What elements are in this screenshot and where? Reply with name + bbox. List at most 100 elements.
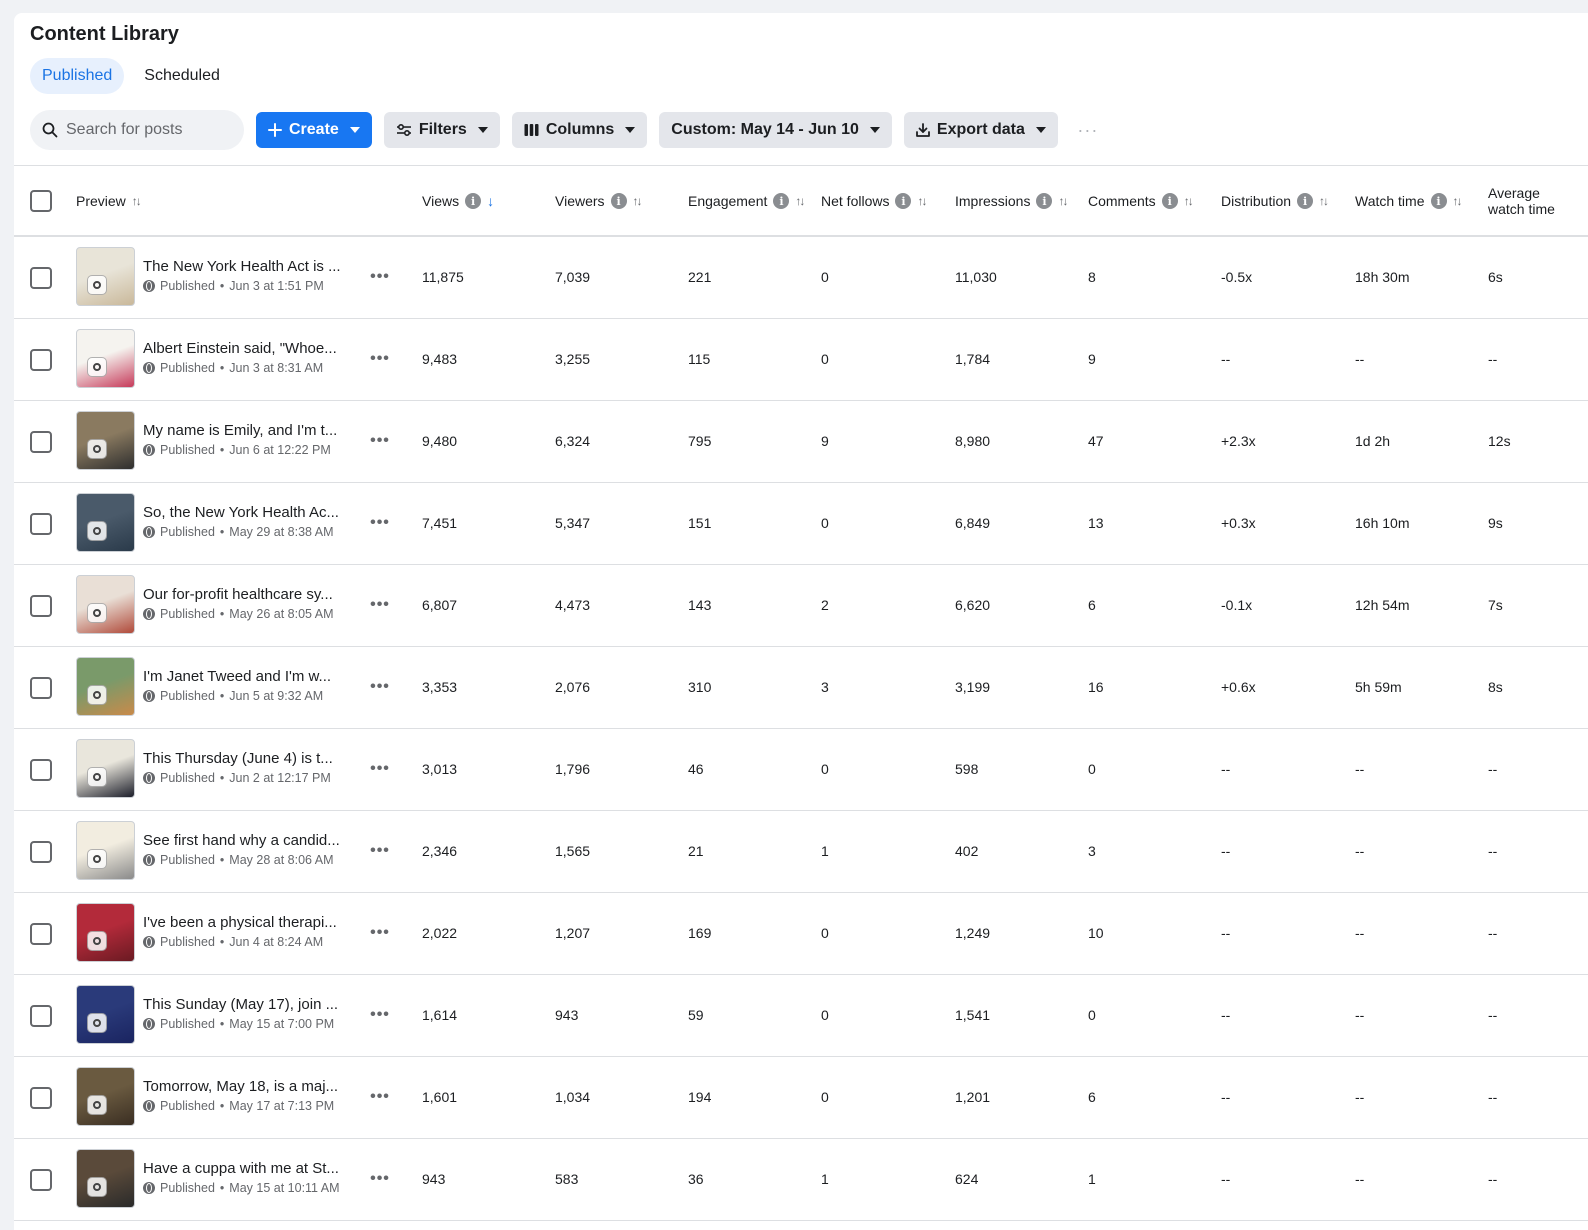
meta-separator: • xyxy=(219,935,225,949)
row-select-checkbox[interactable] xyxy=(30,595,52,617)
column-header-distribution[interactable]: Distribution i ↑↓ xyxy=(1221,166,1329,236)
search-input[interactable] xyxy=(66,121,226,139)
cell-impressions: 598 xyxy=(955,761,979,777)
row-select-checkbox[interactable] xyxy=(30,349,52,371)
info-icon[interactable]: i xyxy=(610,193,627,209)
post-title[interactable]: This Sunday (May 17), join ... xyxy=(143,996,353,1013)
table-row[interactable]: So, the New York Health Ac... Published • M… xyxy=(14,483,1588,565)
filters-button[interactable]: Filters xyxy=(383,112,500,148)
row-select-checkbox[interactable] xyxy=(30,513,52,535)
post-thumbnail[interactable] xyxy=(76,657,135,716)
post-title[interactable]: Our for-profit healthcare sy... xyxy=(143,586,353,603)
more-options-icon[interactable]: ··· xyxy=(1070,112,1106,148)
table-row[interactable]: Albert Einstein said, "Whoe... Published •… xyxy=(14,319,1588,401)
post-thumbnail[interactable] xyxy=(76,903,135,962)
post-title[interactable]: So, the New York Health Ac... xyxy=(143,504,353,521)
post-title[interactable]: My name is Emily, and I'm t... xyxy=(143,422,353,439)
column-header-viewers[interactable]: Viewers i ↑↓ xyxy=(555,166,643,236)
column-header-preview[interactable]: Preview ↑↓ xyxy=(76,166,142,236)
row-select-checkbox[interactable] xyxy=(30,759,52,781)
sort-icon[interactable]: ↑↓ xyxy=(1453,194,1463,208)
table-row[interactable]: I'm Janet Tweed and I'm w... Published • Ju… xyxy=(14,647,1588,729)
info-icon[interactable]: i xyxy=(1161,193,1178,209)
table-row[interactable]: See first hand why a candid... Published •… xyxy=(14,811,1588,893)
row-select-checkbox[interactable] xyxy=(30,1087,52,1109)
post-title[interactable]: See first hand why a candid... xyxy=(143,832,353,849)
row-more-options-icon[interactable]: ••• xyxy=(368,757,392,781)
table-row[interactable]: This Sunday (May 17), join ... Published •… xyxy=(14,975,1588,1057)
post-title[interactable]: The New York Health Act is ... xyxy=(143,258,353,275)
row-more-options-icon[interactable]: ••• xyxy=(368,593,392,617)
tab-scheduled[interactable]: Scheduled xyxy=(132,58,232,94)
post-thumbnail[interactable] xyxy=(76,411,135,470)
sort-icon[interactable]: ↑↓ xyxy=(132,194,142,208)
sort-icon[interactable]: ↑↓ xyxy=(633,194,643,208)
column-header-impressions[interactable]: Impressions i ↑↓ xyxy=(955,166,1068,236)
row-more-options-icon[interactable]: ••• xyxy=(368,1003,392,1027)
table-row[interactable]: This Thursday (June 4) is t... Published •… xyxy=(14,729,1588,811)
row-more-options-icon[interactable]: ••• xyxy=(368,675,392,699)
column-header-comments[interactable]: Comments i ↑↓ xyxy=(1088,166,1194,236)
row-more-options-icon[interactable]: ••• xyxy=(368,347,392,371)
post-thumbnail[interactable] xyxy=(76,1149,135,1208)
date-range-button[interactable]: Custom: May 14 - Jun 10 xyxy=(659,112,892,148)
row-select-checkbox[interactable] xyxy=(30,1005,52,1027)
info-icon[interactable]: i xyxy=(1297,193,1314,209)
table-row[interactable]: Have a cuppa with me at St... Published • M… xyxy=(14,1139,1588,1221)
column-header-average-watch-time[interactable]: Average watch time xyxy=(1488,166,1555,236)
post-thumbnail[interactable] xyxy=(76,329,135,388)
column-header-watch-time[interactable]: Watch time i ↑↓ xyxy=(1355,166,1463,236)
row-more-options-icon[interactable]: ••• xyxy=(368,511,392,535)
row-more-options-icon[interactable]: ••• xyxy=(368,839,392,863)
post-thumbnail[interactable] xyxy=(76,1067,135,1126)
post-thumbnail[interactable] xyxy=(76,821,135,880)
select-all-checkbox[interactable] xyxy=(30,190,52,212)
sort-icon[interactable]: ↑↓ xyxy=(795,194,805,208)
search-box[interactable] xyxy=(30,110,244,150)
row-more-options-icon[interactable]: ••• xyxy=(368,265,392,289)
row-select-checkbox[interactable] xyxy=(30,677,52,699)
info-icon[interactable]: i xyxy=(1036,193,1053,209)
sort-icon[interactable]: ↑↓ xyxy=(1184,194,1194,208)
post-thumbnail[interactable] xyxy=(76,493,135,552)
row-more-options-icon[interactable]: ••• xyxy=(368,1167,392,1191)
column-header-views[interactable]: Views i ↓ xyxy=(422,166,494,236)
row-more-options-icon[interactable]: ••• xyxy=(368,429,392,453)
row-more-options-icon[interactable]: ••• xyxy=(368,1085,392,1109)
table-row[interactable]: The New York Health Act is ... Published •… xyxy=(14,237,1588,319)
post-thumbnail[interactable] xyxy=(76,739,135,798)
row-select-checkbox[interactable] xyxy=(30,923,52,945)
post-title[interactable]: Have a cuppa with me at St... xyxy=(143,1160,353,1177)
post-thumbnail[interactable] xyxy=(76,575,135,634)
info-icon[interactable]: i xyxy=(1430,193,1447,209)
sort-icon[interactable]: ↑↓ xyxy=(1058,194,1068,208)
row-more-options-icon[interactable]: ••• xyxy=(368,921,392,945)
row-select-checkbox[interactable] xyxy=(30,1169,52,1191)
columns-button[interactable]: Columns xyxy=(511,112,648,148)
table-row[interactable]: Tomorrow, May 18, is a maj... Published • M… xyxy=(14,1057,1588,1139)
sort-icon[interactable]: ↑↓ xyxy=(1319,194,1329,208)
column-header-net-follows[interactable]: Net follows i ↑↓ xyxy=(821,166,927,236)
sort-descending-icon[interactable]: ↓ xyxy=(487,193,494,209)
create-button[interactable]: Create xyxy=(256,112,372,148)
post-title[interactable]: This Thursday (June 4) is t... xyxy=(143,750,353,767)
post-title[interactable]: I'm Janet Tweed and I'm w... xyxy=(143,668,353,685)
info-icon[interactable]: i xyxy=(773,193,790,209)
table-row[interactable]: I've been a physical therapi... Published… xyxy=(14,893,1588,975)
row-select-checkbox[interactable] xyxy=(30,431,52,453)
info-icon[interactable]: i xyxy=(465,193,482,209)
tab-published[interactable]: Published xyxy=(30,58,125,94)
sort-icon[interactable]: ↑↓ xyxy=(917,194,927,208)
post-title[interactable]: I've been a physical therapi... xyxy=(143,914,353,931)
table-row[interactable]: My name is Emily, and I'm t... Published •… xyxy=(14,401,1588,483)
row-select-checkbox[interactable] xyxy=(30,841,52,863)
column-header-engagement[interactable]: Engagement i ↑↓ xyxy=(688,166,805,236)
export-data-button[interactable]: Export data xyxy=(903,112,1058,148)
post-thumbnail[interactable] xyxy=(76,247,135,306)
table-row[interactable]: Our for-profit healthcare sy... Published… xyxy=(14,565,1588,647)
row-select-checkbox[interactable] xyxy=(30,267,52,289)
post-thumbnail[interactable] xyxy=(76,985,135,1044)
post-title[interactable]: Albert Einstein said, "Whoe... xyxy=(143,340,353,357)
info-icon[interactable]: i xyxy=(895,193,912,209)
post-title[interactable]: Tomorrow, May 18, is a maj... xyxy=(143,1078,353,1095)
